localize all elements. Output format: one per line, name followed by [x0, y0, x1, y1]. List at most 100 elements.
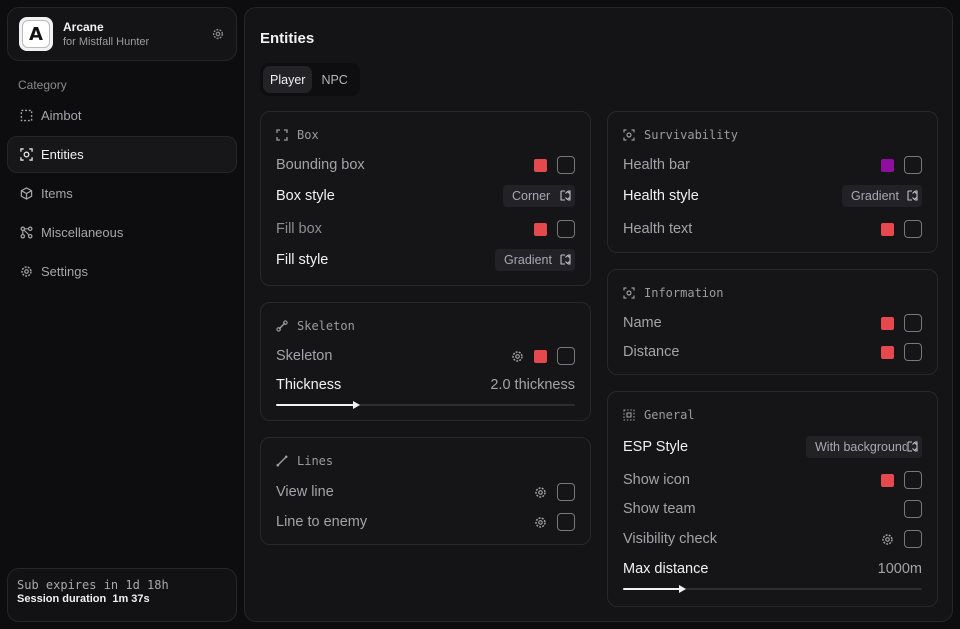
thickness-slider[interactable] [276, 401, 575, 409]
health-text-checkbox[interactable] [904, 220, 922, 238]
slider-thumb[interactable] [352, 401, 360, 409]
visibility-check-row: Visibility check [623, 528, 922, 550]
corners-icon [276, 129, 288, 141]
line-to-enemy-row: Line to enemy [276, 511, 575, 533]
app-name: Arcane [63, 20, 104, 34]
card-title: Box [276, 128, 319, 142]
thickness-row: Thickness 2.0 thickness [276, 374, 575, 396]
fill-box-checkbox[interactable] [557, 220, 575, 238]
user-focus-icon [623, 129, 635, 141]
show-icon-label: Show icon [623, 472, 690, 488]
line-to-enemy-label: Line to enemy [276, 514, 368, 530]
name-checkbox[interactable] [904, 314, 922, 332]
tab-player[interactable]: Player [263, 66, 313, 93]
box-style-label: Box style [276, 188, 335, 204]
app-logo-letter: A [22, 20, 50, 48]
show-team-row: Show team [623, 498, 922, 520]
health-text-color[interactable] [881, 222, 894, 236]
page-title: Entities [260, 30, 315, 47]
thickness-label: Thickness [276, 377, 342, 393]
fill-style-select[interactable]: Gradient [495, 249, 575, 271]
focus-center-icon [623, 409, 635, 421]
card-title: Skeleton [276, 319, 355, 333]
name-color[interactable] [881, 316, 894, 330]
skeleton-checkbox[interactable] [557, 347, 575, 365]
survivability-card: Survivability Health bar Health style Gr… [607, 111, 938, 253]
distance-label: Distance [623, 344, 680, 360]
show-icon-checkbox[interactable] [904, 471, 922, 489]
slider-thumb[interactable] [678, 585, 686, 593]
sidebar-item-miscellaneous[interactable]: Miscellaneous [7, 214, 237, 251]
sidebar-item-label: Items [41, 186, 73, 201]
show-icon-row: Show icon [623, 469, 922, 491]
bounding-box-color[interactable] [534, 158, 547, 172]
session-duration: Session duration 1m 37s [17, 593, 150, 605]
sidebar-item-entities[interactable]: Entities [7, 136, 237, 173]
distance-color[interactable] [881, 345, 894, 359]
esp-style-label: ESP Style [623, 439, 689, 455]
max-distance-label: Max distance [623, 561, 709, 577]
gear-icon[interactable] [534, 516, 547, 529]
gear-icon[interactable] [881, 533, 894, 546]
fill-box-color[interactable] [534, 222, 547, 236]
show-team-label: Show team [623, 501, 696, 517]
sidebar-item-label: Settings [41, 264, 88, 279]
bone-icon [276, 320, 288, 332]
card-title: Information [623, 286, 723, 300]
name-row: Name [623, 312, 922, 334]
crosshair-icon [20, 109, 33, 122]
slider-fill [623, 588, 683, 590]
app-logo: A [19, 17, 53, 51]
fill-box-label: Fill box [276, 221, 322, 237]
gear-icon[interactable] [511, 350, 524, 363]
show-icon-color[interactable] [881, 473, 894, 487]
esp-style-row: ESP Style With background [623, 436, 922, 458]
subscription-expiry: Sub expires in 1d 18h [17, 578, 169, 592]
health-bar-label: Health bar [623, 157, 690, 173]
sidebar-item-label: Miscellaneous [41, 225, 124, 240]
show-team-checkbox[interactable] [904, 500, 922, 518]
distance-checkbox[interactable] [904, 343, 922, 361]
fill-style-label: Fill style [276, 252, 329, 268]
app-subtitle: for Mistfall Hunter [63, 36, 150, 48]
bounding-box-checkbox[interactable] [557, 156, 575, 174]
view-line-checkbox[interactable] [557, 483, 575, 501]
esp-style-select[interactable]: With background [806, 436, 922, 458]
gear-icon[interactable] [211, 27, 225, 41]
information-card: Information Name Distance [607, 269, 938, 375]
name-label: Name [623, 315, 662, 331]
gear-icon[interactable] [534, 486, 547, 499]
card-title: General [623, 408, 695, 422]
box-style-row: Box style Corner [276, 185, 575, 207]
lines-card: Lines View line Line to enemy [260, 437, 591, 545]
card-title: Survivability [623, 128, 738, 142]
slider-fill [276, 404, 357, 406]
visibility-check-label: Visibility check [623, 531, 718, 547]
max-distance-value: 1000m [877, 561, 922, 577]
health-text-row: Health text [623, 218, 922, 240]
box-style-select[interactable]: Corner [503, 185, 575, 207]
skeleton-color[interactable] [534, 349, 547, 363]
nodes-icon [20, 226, 33, 239]
health-bar-checkbox[interactable] [904, 156, 922, 174]
chevron-updown-icon [907, 190, 918, 201]
box-card: Box Bounding box Box style Corner Fill b… [260, 111, 591, 286]
max-distance-row: Max distance 1000m [623, 558, 922, 580]
cube-icon [20, 187, 33, 200]
bounding-box-label: Bounding box [276, 157, 365, 173]
sidebar-item-aimbot[interactable]: Aimbot [7, 97, 237, 134]
visibility-check-checkbox[interactable] [904, 530, 922, 548]
tab-npc[interactable]: NPC [314, 66, 354, 93]
fill-style-row: Fill style Gradient [276, 249, 575, 271]
bounding-box-row: Bounding box [276, 154, 575, 176]
health-style-select[interactable]: Gradient [842, 185, 922, 207]
health-bar-color[interactable] [881, 158, 894, 172]
general-card: General ESP Style With background Show i… [607, 391, 938, 607]
sidebar-item-items[interactable]: Items [7, 175, 237, 212]
health-style-row: Health style Gradient [623, 185, 922, 207]
skeleton-row: Skeleton [276, 345, 575, 367]
health-bar-row: Health bar [623, 154, 922, 176]
sidebar-item-settings[interactable]: Settings [7, 253, 237, 290]
line-to-enemy-checkbox[interactable] [557, 513, 575, 531]
max-distance-slider[interactable] [623, 585, 922, 593]
